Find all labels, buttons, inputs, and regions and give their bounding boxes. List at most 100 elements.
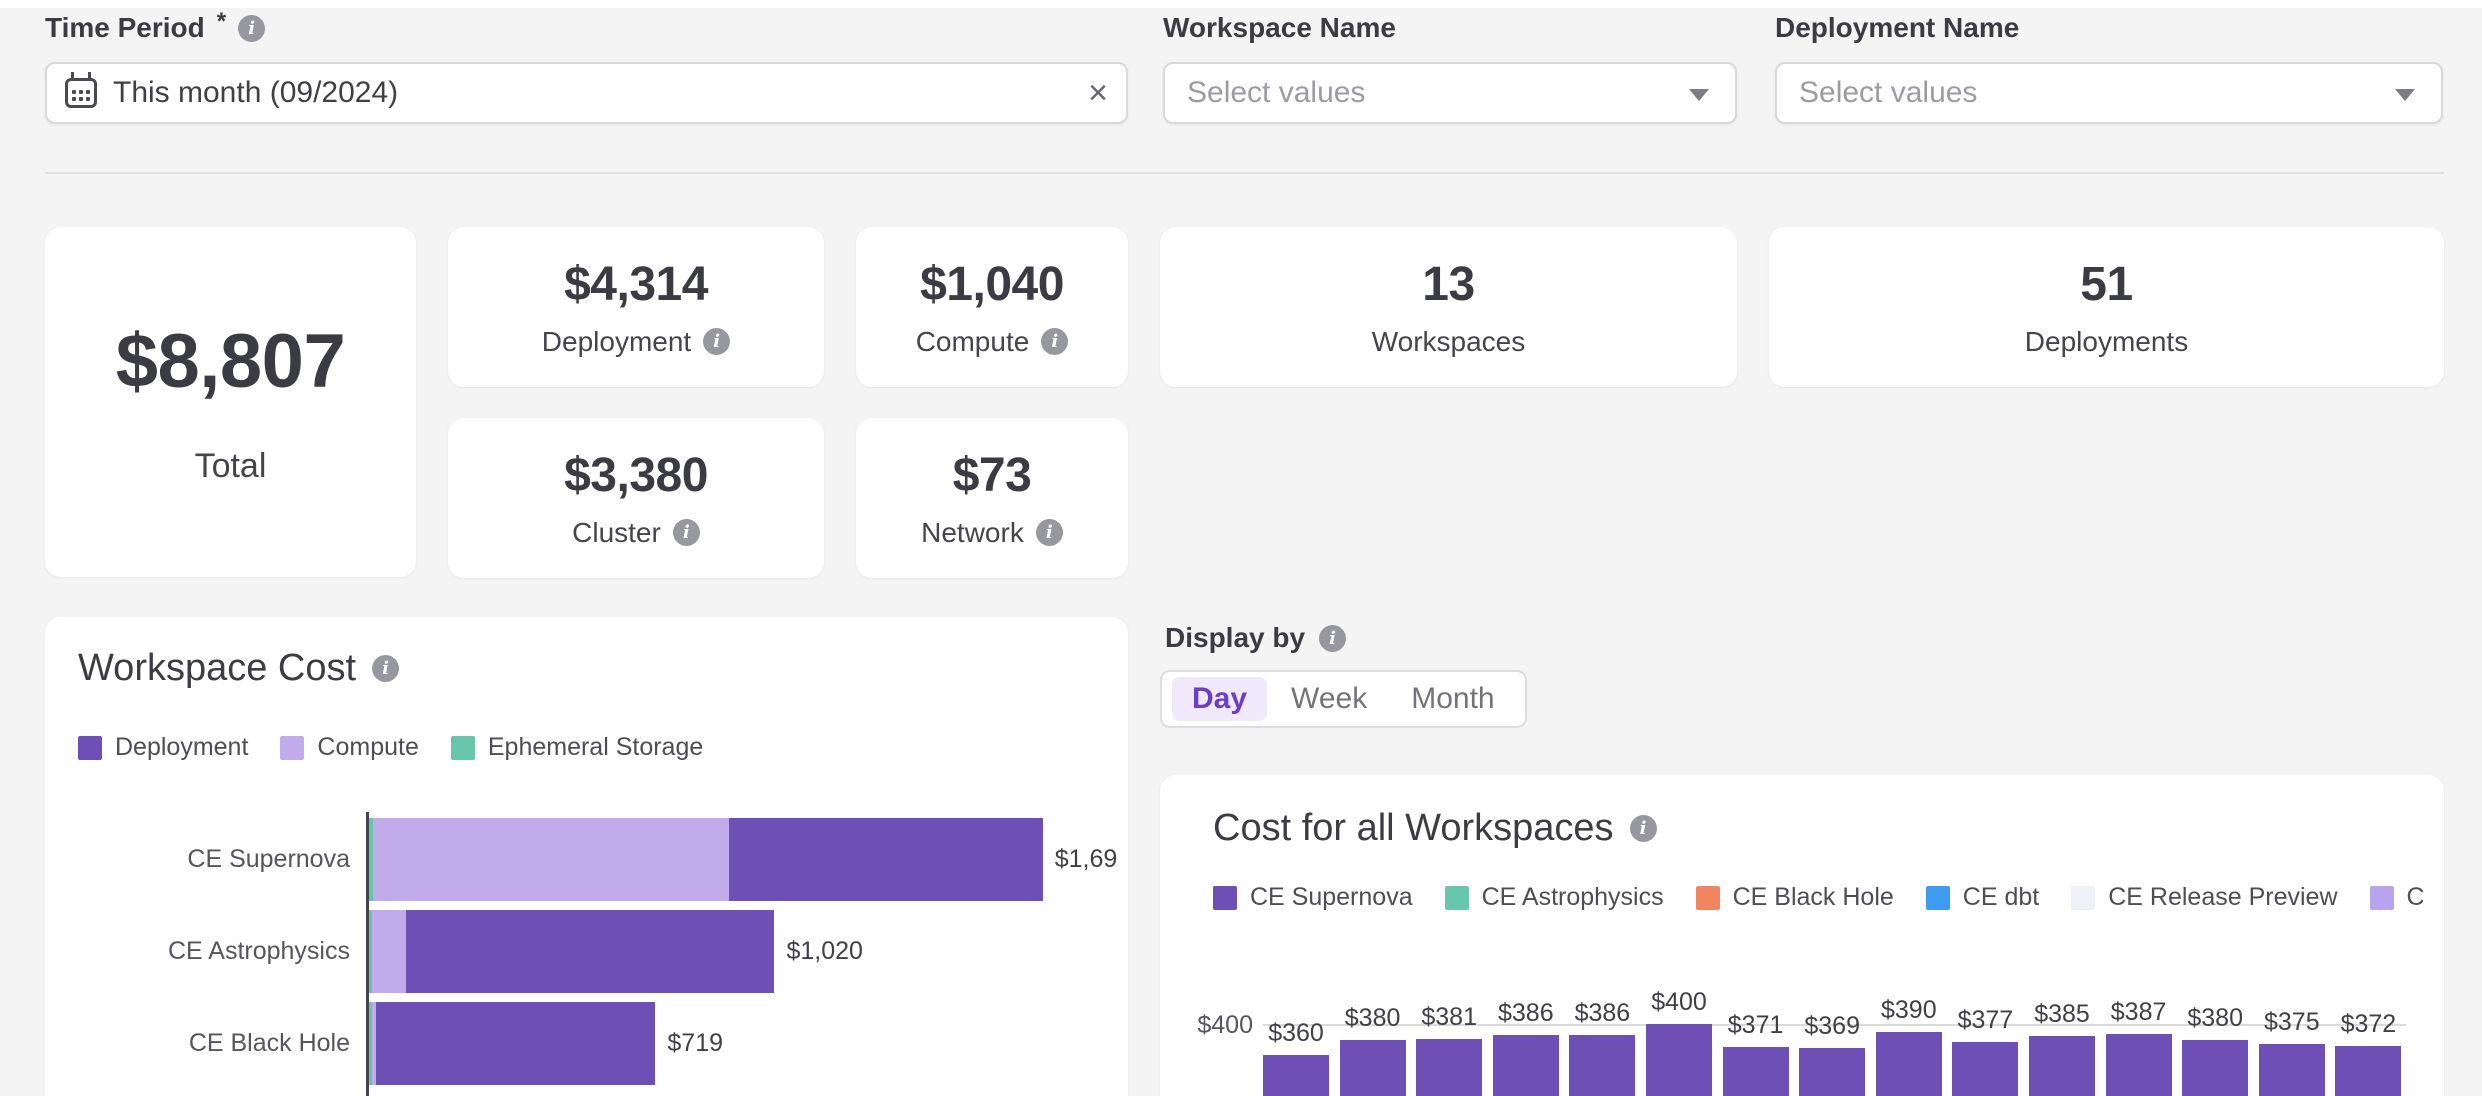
time-period-label: Time Period * i — [45, 8, 266, 44]
legend-swatch-icon — [78, 735, 102, 760]
info-icon[interactable]: i — [1319, 624, 1347, 652]
bar[interactable] — [2258, 1043, 2325, 1096]
card-total: $8,807 Total — [45, 227, 416, 577]
deployment-name-select[interactable]: Select values — [1775, 62, 2443, 124]
bar[interactable] — [1569, 1034, 1636, 1096]
category-label: CE Supernova — [187, 845, 350, 873]
deployment-name-label: Deployment Name — [1775, 12, 2019, 44]
workspace-cost-panel: Workspace Cost i Deployment Compute Ephemer… — [45, 617, 1128, 1096]
workspace-cost-title-text: Workspace Cost — [78, 647, 357, 689]
toggle-option-week[interactable]: Week — [1271, 677, 1387, 721]
toggle-option-month[interactable]: Month — [1391, 677, 1514, 721]
bar-segment-compute[interactable] — [372, 818, 729, 901]
cost-all-workspaces-legend-item[interactable]: CE dbt — [1925, 883, 2040, 912]
total-label: Total — [194, 447, 267, 485]
legend-swatch-icon — [2071, 885, 2096, 910]
bar-total-label: $1,020 — [786, 937, 863, 965]
bar[interactable] — [2182, 1039, 2249, 1096]
total-value: $8,807 — [115, 319, 346, 404]
legend-label: CE dbt — [1962, 883, 2040, 911]
time-period-input[interactable]: This month (09/2024) × — [45, 62, 1128, 124]
card-workspaces-count: 13 Workspaces — [1160, 227, 1737, 387]
toggle-option-day[interactable]: Day — [1172, 677, 1268, 721]
bar[interactable] — [1339, 1039, 1406, 1096]
info-icon[interactable]: i — [1035, 519, 1063, 546]
deployment-name-label-text: Deployment Name — [1775, 12, 2020, 43]
info-icon[interactable]: i — [238, 14, 266, 42]
bar-segment-deployment[interactable] — [405, 910, 775, 993]
display-by-label-text: Display by — [1165, 622, 1306, 653]
bar[interactable] — [1952, 1041, 2019, 1096]
bar[interactable] — [1722, 1046, 1789, 1096]
workspace-cost-legend-item[interactable]: Compute — [280, 733, 419, 762]
bar-row — [369, 910, 775, 993]
bar[interactable] — [1263, 1055, 1329, 1096]
info-icon[interactable]: i — [1041, 328, 1069, 355]
required-asterisk: * — [216, 8, 227, 35]
workspace-name-select[interactable]: Select values — [1163, 62, 1737, 124]
info-icon[interactable]: i — [372, 655, 400, 682]
deployment-name-placeholder: Select values — [1799, 76, 1978, 109]
legend-label: CE Release Preview — [2108, 883, 2338, 911]
workspace-name-label-text: Workspace Name — [1163, 12, 1396, 43]
bar-segment-compute[interactable] — [372, 910, 406, 993]
cluster-cost-label: Cluster — [572, 516, 661, 548]
time-period-label-text: Time Period — [45, 12, 205, 43]
top-edge-strip — [0, 0, 2482, 8]
cost-all-workspaces-legend-item[interactable]: CE Black Hole — [1695, 883, 1894, 912]
deployment-cost-label: Deployment — [541, 325, 692, 357]
section-divider — [45, 172, 2444, 174]
cost-dashboard-page: Time Period * i This month (09/2024) × Wor… — [0, 0, 2482, 1096]
card-cluster-cost: $3,380 Cluster i — [448, 418, 824, 578]
cost-all-workspaces-title-text: Cost for all Workspaces — [1213, 807, 1614, 849]
bar-segment-deployment[interactable] — [375, 1002, 656, 1085]
bar[interactable] — [1875, 1031, 1942, 1096]
bar[interactable] — [1799, 1048, 1866, 1096]
cost-all-workspaces-legend-item[interactable]: CE F — [2369, 883, 2423, 912]
workspaces-count-label: Workspaces — [1371, 325, 1526, 357]
workspace-cost-title: Workspace Cost i — [78, 647, 400, 690]
legend-swatch-icon — [280, 735, 305, 760]
cost-all-workspaces-legend-item[interactable]: CE Release Preview — [2071, 883, 2338, 912]
bar[interactable] — [1646, 1024, 1712, 1096]
card-compute-cost: $1,040 Compute i — [856, 227, 1128, 387]
card-network-cost: $73 Network i — [856, 418, 1128, 578]
bar[interactable] — [2029, 1035, 2095, 1096]
legend-label: Compute — [317, 733, 419, 761]
network-cost-label: Network — [921, 516, 1024, 548]
bar-total-label: $719 — [667, 1029, 724, 1057]
bar[interactable] — [1492, 1034, 1559, 1096]
legend-label: CE Astrophysics — [1481, 883, 1664, 911]
legend-label: Ephemeral Storage — [487, 733, 704, 761]
card-deployments-count: 51 Deployments — [1769, 227, 2444, 387]
deployments-count-label: Deployments — [2024, 325, 2189, 357]
clear-icon[interactable]: × — [1088, 76, 1108, 110]
legend-swatch-icon — [1925, 885, 1950, 910]
legend-label: Deployment — [115, 733, 249, 761]
deployments-count-value: 51 — [2080, 257, 2133, 311]
legend-swatch-icon — [1444, 885, 1469, 910]
info-icon[interactable]: i — [1629, 815, 1657, 842]
bar[interactable] — [2335, 1045, 2402, 1096]
info-icon[interactable]: i — [703, 328, 731, 355]
cost-all-workspaces-legend-item[interactable]: CE Supernova — [1213, 883, 1413, 912]
compute-cost-label: Compute — [915, 325, 1030, 357]
bar-segment-deployment[interactable] — [728, 818, 1043, 901]
cost-all-workspaces-legend-item[interactable]: CE Astrophysics — [1444, 883, 1664, 912]
info-icon[interactable]: i — [672, 519, 700, 546]
chevron-down-icon — [1689, 89, 1709, 101]
y-axis-tick-label: $400 — [1197, 1011, 1253, 1039]
workspace-cost-legend: Deployment Compute Ephemeral Storage — [78, 733, 703, 762]
cluster-cost-value: $3,380 — [564, 448, 708, 502]
bar[interactable] — [2105, 1034, 2172, 1096]
time-period-value: This month (09/2024) — [113, 76, 399, 109]
workspace-cost-legend-item[interactable]: Ephemeral Storage — [450, 733, 704, 762]
bar[interactable] — [1416, 1038, 1483, 1096]
workspace-name-label: Workspace Name — [1163, 12, 1396, 44]
bar-value-label: $372 — [2340, 1009, 2397, 1038]
bar-total-label: $1,69 — [1054, 845, 1118, 873]
deployment-cost-value: $4,314 — [564, 257, 708, 311]
workspace-cost-legend-item[interactable]: Deployment — [78, 733, 248, 762]
card-deployment-cost: $4,314 Deployment i — [448, 227, 824, 387]
display-by-label: Display by i — [1165, 622, 1347, 654]
